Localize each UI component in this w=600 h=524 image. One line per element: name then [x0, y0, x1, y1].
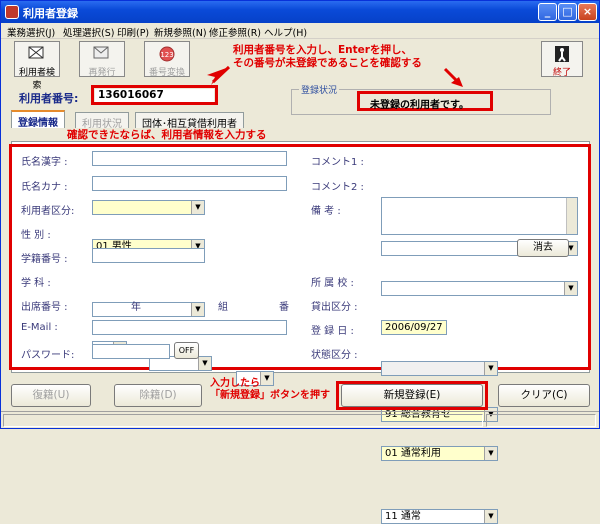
kanji-name-label: 氏名漢字 : [21, 157, 68, 168]
comment2-label: コメント2 : [311, 182, 364, 193]
chevron-down-icon[interactable]: ▼ [484, 362, 497, 375]
attendance-number-label: 出席番号 : [21, 302, 68, 313]
kanji-name-input[interactable] [92, 151, 287, 166]
class-unit-label: 組 [218, 302, 228, 313]
lending-category-select[interactable]: 01 通常利用 ▼ [381, 446, 498, 461]
lending-category-value: 01 通常利用 [385, 448, 441, 459]
registration-status-value: 未登録の利用者です。 [370, 100, 469, 111]
kana-name-input[interactable] [92, 176, 287, 191]
tab-usage-status[interactable]: 利用状況 [75, 112, 129, 130]
tab-registration-info[interactable]: 登録情報 [11, 110, 65, 129]
school-label: 所 属 校 : [311, 278, 354, 289]
chevron-down-icon[interactable]: ▼ [191, 303, 204, 316]
password-input[interactable] [92, 344, 170, 359]
clear-button[interactable]: クリア(C) [498, 384, 590, 407]
remarks-clear-button[interactable]: 消去 [517, 239, 569, 257]
number-unit-label: 番 [279, 302, 289, 313]
status-bar [1, 411, 599, 428]
remarks-template-select[interactable]: ▼ [381, 361, 498, 376]
readmit-button[interactable]: 復籍(U) [11, 384, 91, 407]
main-window: 利用者登録 _ □ × 業務選択(J) 処理選択(S) 印刷(P) 新規参照(N… [0, 0, 600, 524]
password-visibility-toggle[interactable]: OFF [174, 342, 199, 359]
registration-date-label: 登 録 日 : [311, 326, 354, 337]
lending-category-label: 貸出区分 : [311, 302, 358, 313]
annotation-bottom: 入力したら 「新規登録」ボタンを押す [210, 378, 330, 401]
year-unit-label: 年 [131, 302, 141, 313]
status-category-label: 状態区分 : [311, 350, 358, 361]
student-number-input[interactable] [92, 248, 205, 263]
status-category-select[interactable]: 11 通常 ▼ [381, 509, 498, 524]
comment2-select[interactable]: ▼ [381, 281, 578, 296]
user-number-label: 利用者番号: [19, 92, 79, 105]
comment1-label: コメント1 : [311, 157, 364, 168]
status-category-value: 11 通常 [385, 511, 421, 522]
password-label: パスワード: [21, 350, 75, 361]
new-register-button[interactable]: 新規登録(E) [341, 384, 483, 407]
remarks-scrollbar[interactable] [566, 198, 577, 234]
chevron-down-icon[interactable]: ▼ [191, 201, 204, 214]
chevron-down-icon[interactable]: ▼ [484, 447, 497, 460]
kana-name-label: 氏名カナ : [21, 182, 68, 193]
chevron-down-icon[interactable]: ▼ [484, 510, 497, 523]
registration-date-input[interactable]: 2006/09/27 [381, 320, 447, 335]
registration-status-legend: 登録状況 [299, 83, 340, 96]
user-category-label: 利用者区分: [21, 206, 75, 217]
expel-button[interactable]: 除籍(D) [114, 384, 202, 407]
user-number-input[interactable]: 136016067 [95, 89, 214, 102]
student-number-label: 学籍番号 : [21, 254, 68, 265]
remarks-textarea[interactable] [381, 197, 578, 235]
status-pane-main [3, 414, 483, 427]
gender-label: 性 別 : [21, 230, 51, 241]
status-pane-secondary [486, 414, 596, 427]
chevron-down-icon[interactable]: ▼ [198, 357, 211, 370]
department-label: 学 科 : [21, 278, 51, 289]
user-category-select[interactable]: ▼ [92, 200, 205, 215]
remarks-label: 備 考 : [311, 206, 341, 217]
chevron-down-icon[interactable]: ▼ [564, 282, 577, 295]
email-input[interactable] [92, 320, 287, 335]
department-select[interactable]: ▼ [92, 302, 205, 317]
tab-group-interlibrary[interactable]: 団体･相互貸借利用者 [135, 112, 244, 130]
email-label: E-Mail : [21, 322, 58, 333]
